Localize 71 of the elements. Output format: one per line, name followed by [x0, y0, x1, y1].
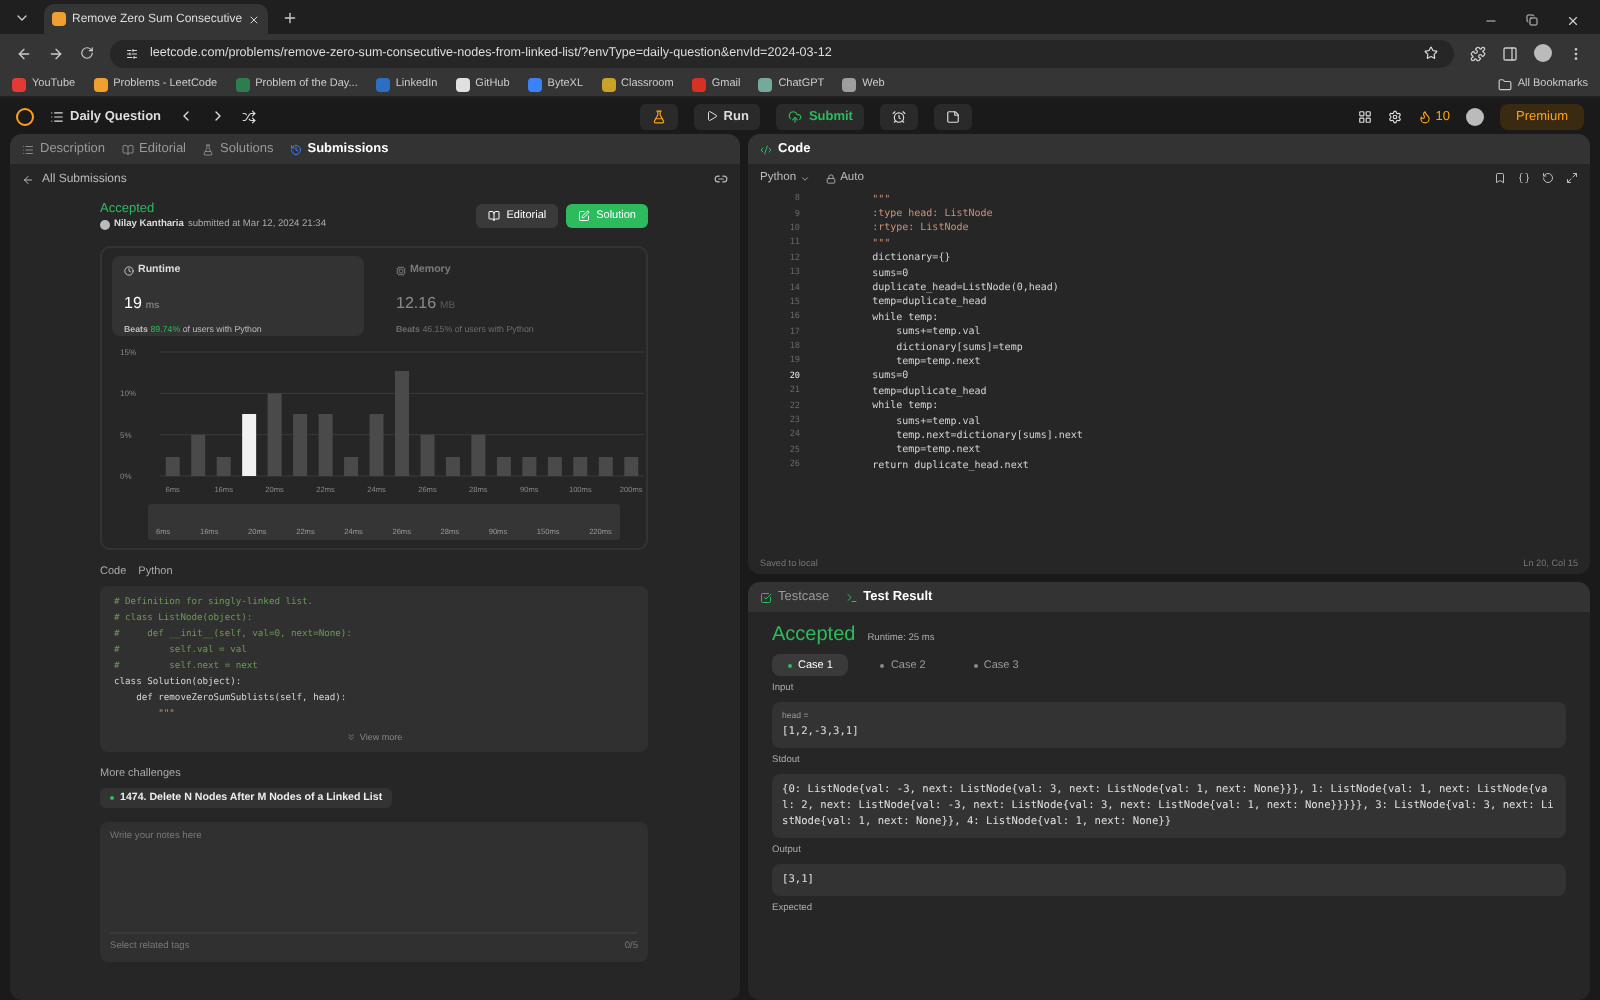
- link-icon[interactable]: [714, 172, 728, 186]
- bar: [471, 434, 486, 476]
- bar: [293, 414, 308, 476]
- bar: [242, 414, 257, 476]
- avatar-icon: [100, 220, 110, 230]
- clock-icon: [124, 265, 134, 275]
- lock-icon: [826, 173, 837, 183]
- close-icon[interactable]: [1566, 14, 1580, 28]
- terminal-icon: [845, 591, 858, 603]
- flask-icon: [651, 109, 666, 123]
- close-icon[interactable]: [248, 13, 260, 25]
- layout-icon[interactable]: [1357, 109, 1372, 123]
- bar: [573, 457, 588, 476]
- reload-icon[interactable]: [80, 46, 94, 60]
- play-icon: [705, 110, 718, 122]
- bar: [624, 457, 639, 476]
- settings-icon[interactable]: [1387, 109, 1402, 123]
- bar: [216, 457, 231, 476]
- book-icon: [121, 143, 134, 155]
- folder-icon: [1497, 77, 1512, 91]
- braces-icon[interactable]: [1518, 172, 1530, 184]
- bar: [547, 457, 562, 476]
- bar: [522, 457, 537, 476]
- bar: [445, 457, 460, 476]
- reset-icon[interactable]: [1542, 172, 1554, 184]
- chevron-down-icon: [14, 10, 30, 26]
- code-icon: [760, 143, 772, 155]
- forward-icon[interactable]: [48, 45, 64, 61]
- bookmark-icon[interactable]: [1494, 172, 1506, 184]
- back-icon[interactable]: [22, 173, 34, 185]
- logo-icon[interactable]: [16, 107, 34, 125]
- bar: [318, 414, 333, 476]
- extensions-icon[interactable]: [1470, 45, 1486, 61]
- list-icon: [50, 109, 64, 123]
- new-tab-icon[interactable]: [282, 10, 298, 26]
- cloud-upload-icon: [788, 109, 803, 123]
- bar: [165, 457, 180, 476]
- avatar-icon[interactable]: [1534, 44, 1552, 62]
- alarm-clock-icon: [892, 109, 907, 123]
- chevrons-down-icon: [345, 732, 356, 742]
- bar: [395, 371, 409, 476]
- site-icon: [52, 12, 66, 26]
- avatar-icon[interactable]: [1465, 107, 1484, 125]
- note-icon: [946, 109, 961, 123]
- list-icon: [22, 143, 34, 155]
- status-text: Accepted: [772, 624, 856, 646]
- shuffle-icon[interactable]: [241, 109, 256, 123]
- flask-icon: [202, 143, 214, 155]
- bar: [191, 434, 206, 476]
- site-settings-icon: [126, 47, 138, 59]
- edit-icon: [578, 210, 591, 222]
- checkbox-icon: [760, 591, 772, 603]
- back-icon[interactable]: [16, 45, 32, 61]
- star-icon[interactable]: [1424, 46, 1438, 60]
- bar: [496, 457, 511, 476]
- minimize-icon[interactable]: [1484, 14, 1498, 28]
- notes-button[interactable]: [934, 103, 973, 129]
- bar: [420, 434, 435, 476]
- bar: [369, 414, 384, 476]
- bar: [267, 393, 282, 476]
- history-icon: [289, 143, 302, 155]
- debug-button[interactable]: [639, 103, 678, 129]
- bar: [598, 457, 613, 476]
- flame-icon: [1417, 109, 1432, 123]
- chevron-down-icon: [800, 173, 811, 183]
- bar: [344, 457, 359, 476]
- timer-button[interactable]: [880, 103, 919, 129]
- side-panel-icon[interactable]: [1502, 45, 1518, 61]
- restore-icon[interactable]: [1526, 14, 1538, 26]
- chip-icon: [396, 265, 406, 275]
- book-icon: [488, 210, 501, 222]
